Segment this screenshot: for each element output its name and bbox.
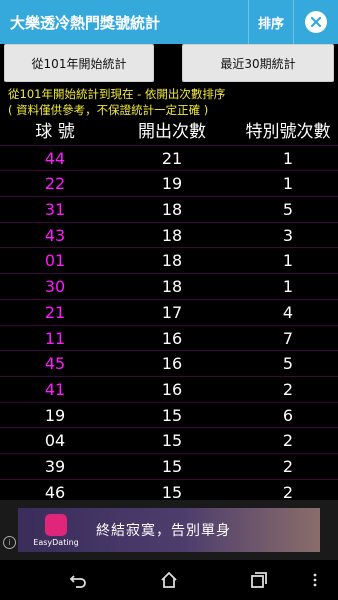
from-101-stats-button[interactable]: 從101年開始統計 (4, 44, 154, 82)
table-body: 44 21 1 22 19 1 31 18 5 43 18 3 01 18 1 30 18 1 21 17 4 11 16 7… (0, 146, 338, 498)
draw-count: 18 (161, 200, 183, 220)
recent-30-stats-button[interactable]: 最近30期統計 (182, 44, 334, 82)
draw-count: 21 (161, 148, 183, 168)
special-count: 1 (282, 251, 294, 271)
draw-count: 18 (161, 277, 183, 297)
special-count: 7 (282, 328, 294, 348)
draw-count: 18 (161, 251, 183, 271)
draw-count: 17 (161, 302, 183, 322)
table-row: 19 15 6 (0, 403, 338, 429)
stats-toggle-bar: 從101年開始統計 最近30期統計 (0, 44, 338, 84)
header-ball: 球 號 (35, 122, 75, 142)
special-count: 1 (282, 277, 294, 297)
ad-info-icon[interactable]: i (3, 536, 16, 549)
special-count: 4 (282, 302, 294, 322)
draw-count: 15 (161, 405, 183, 425)
special-count: 2 (282, 456, 294, 476)
table-row: 21 17 4 (0, 300, 338, 326)
draw-count: 19 (161, 174, 183, 194)
recents-icon[interactable] (249, 570, 269, 590)
draw-count: 18 (161, 225, 183, 245)
table-row: 01 18 1 (0, 248, 338, 275)
ball-number: 11 (44, 328, 66, 348)
ball-number: 41 (44, 379, 66, 399)
special-count: 5 (282, 354, 294, 374)
draw-count: 15 (161, 482, 183, 498)
android-nav-bar (0, 560, 338, 600)
table-row: 04 15 2 (0, 428, 338, 454)
draw-count: 15 (161, 431, 183, 451)
draw-count: 16 (161, 379, 183, 399)
special-count: 3 (282, 225, 294, 245)
ball-number: 19 (44, 405, 66, 425)
sort-button[interactable]: 排序 (248, 0, 294, 44)
easydating-logo-icon (45, 514, 67, 536)
special-count: 2 (282, 431, 294, 451)
draw-count: 15 (161, 456, 183, 476)
back-icon[interactable] (68, 570, 88, 590)
table-row: 11 16 7 (0, 326, 338, 352)
special-count: 1 (282, 174, 294, 194)
stats-notes: 從101年開始統計到現在 - 依開出次數排序 ( 資料僅供參考，不保證統計一定正… (8, 86, 225, 118)
ball-number: 04 (44, 431, 66, 451)
header-special: 特別號次數 (245, 122, 331, 142)
ball-number: 44 (44, 148, 66, 168)
table-row: 22 19 1 (0, 171, 338, 198)
menu-icon[interactable] (312, 570, 322, 590)
table-row: 44 21 1 (0, 146, 338, 172)
close-button[interactable] (294, 0, 338, 44)
disclaimer: ( 資料僅供參考，不保證統計一定正確 ) (8, 103, 209, 117)
home-icon[interactable] (159, 570, 179, 590)
special-count: 5 (282, 200, 294, 220)
ad-text: 終結寂寞，告別單身 (96, 523, 231, 539)
table-row: 45 16 5 (0, 351, 338, 377)
table-header: 球 號 開出次數 特別號次數 (0, 120, 338, 146)
stats-table[interactable]: 球 號 開出次數 特別號次數 44 21 1 22 19 1 31 18 5 43 18 3 01 18 1… (0, 120, 338, 498)
table-row: 43 18 3 (0, 223, 338, 249)
title-bar: 大樂透冷熱門獎號統計 排序 (0, 0, 338, 44)
header-count: 開出次數 (138, 122, 206, 142)
ad-banner[interactable]: EasyDating 終結寂寞，告別單身 (18, 508, 320, 552)
special-count: 2 (282, 482, 294, 498)
table-row: 39 15 2 (0, 454, 338, 480)
table-row: 31 18 5 (0, 197, 338, 223)
draw-count: 16 (161, 354, 183, 374)
special-count: 1 (282, 148, 294, 168)
ball-number: 01 (44, 251, 66, 271)
ball-number: 31 (44, 200, 66, 220)
close-icon (305, 11, 327, 33)
ball-number: 30 (44, 277, 66, 297)
table-row: 46 15 2 (0, 480, 338, 498)
ad-brand: EasyDating (33, 538, 79, 547)
ball-number: 39 (44, 456, 66, 476)
ad-logo: EasyDating (28, 514, 84, 547)
table-row: 30 18 1 (0, 274, 338, 300)
stats-description: 從101年開始統計到現在 - 依開出次數排序 (8, 87, 226, 101)
ball-number: 46 (44, 482, 66, 498)
ball-number: 21 (44, 302, 66, 322)
ball-number: 22 (44, 174, 66, 194)
ball-number: 45 (44, 354, 66, 374)
special-count: 6 (282, 405, 294, 425)
ad-area: i EasyDating 終結寂寞，告別單身 (0, 500, 338, 560)
ball-number: 43 (44, 225, 66, 245)
draw-count: 16 (161, 328, 183, 348)
special-count: 2 (282, 379, 294, 399)
app-title: 大樂透冷熱門獎號統計 (10, 13, 161, 32)
table-row: 41 16 2 (0, 377, 338, 403)
